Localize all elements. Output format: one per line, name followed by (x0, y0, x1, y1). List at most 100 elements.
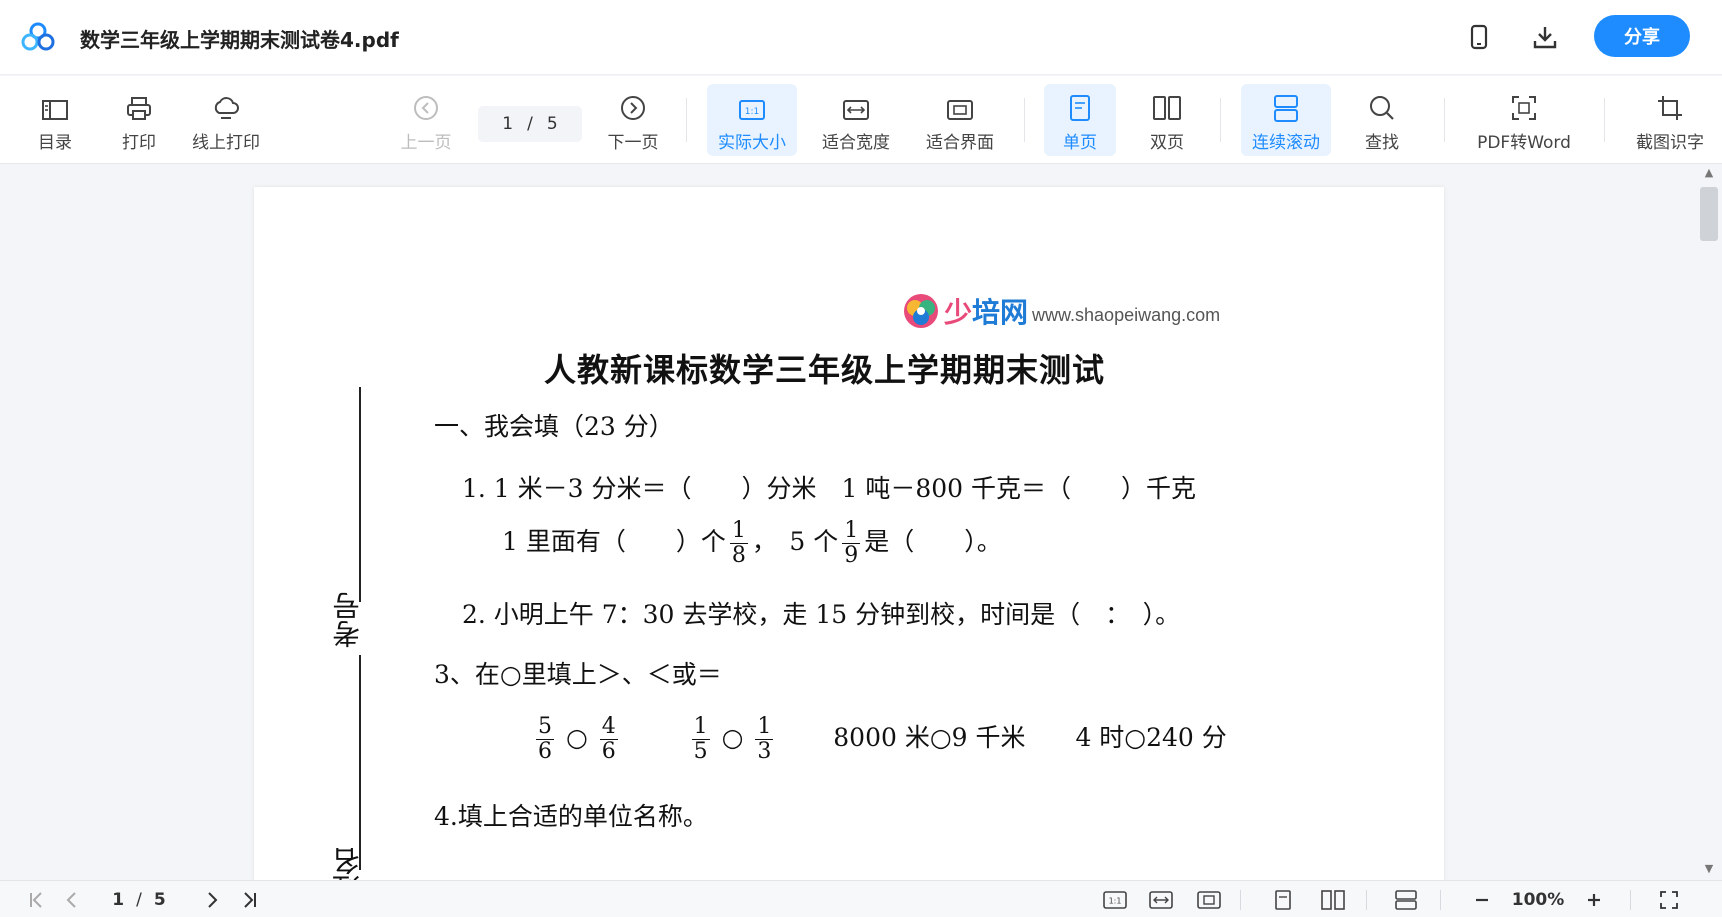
ocr-button[interactable]: 截图识字 (1628, 84, 1712, 156)
margin-line-bottom (359, 655, 361, 870)
online-print-button[interactable]: 线上打印 (184, 84, 268, 156)
toc-label: 目录 (38, 133, 72, 153)
fraction: 56 (536, 714, 554, 764)
fit-screen-button[interactable]: 适合界面 (920, 84, 1000, 156)
brand-name: 少培网 (944, 296, 1029, 329)
phone-icon[interactable] (1464, 22, 1494, 52)
next-page-label: 下一页 (607, 133, 659, 153)
pdf-to-word-label: PDF转Word (1477, 133, 1571, 153)
brand-url: www.shaopeiwang.com (1032, 304, 1221, 325)
bottom-current-page: 1 (112, 890, 125, 910)
bottom-page-separator: / (136, 890, 142, 910)
share-button[interactable]: 分享 (1594, 15, 1690, 57)
fraction: 46 (599, 714, 618, 764)
toc-button[interactable]: 目录 (30, 84, 80, 156)
app-logo-icon (21, 22, 55, 51)
brand-logo-icon (904, 294, 938, 328)
pdf-viewer-app: 数学三年级上学期期末测试卷4.pdf 分享 目录 打印 线上打印 上一页 1 / (0, 0, 1722, 917)
fit-width-icon[interactable] (1146, 887, 1176, 913)
print-button[interactable]: 打印 (114, 84, 164, 156)
continuous-scroll-icon (1274, 95, 1298, 122)
fraction: 15 (691, 714, 710, 764)
bottom-divider (1366, 890, 1367, 910)
download-icon[interactable] (1530, 22, 1560, 52)
chevron-right-circle-icon (621, 96, 645, 120)
question-2: 2. 小明上午 7：30 去学校，走 15 分钟到校，时间是（ ： ）。 (462, 600, 1181, 629)
cloud-print-icon (214, 97, 239, 119)
main-toolbar: 目录 打印 线上打印 上一页 1 / 5 下一页 1:1 实际大小 适合宽度 适… (0, 76, 1722, 164)
first-page-icon[interactable] (24, 887, 50, 913)
continuous-scroll-icon[interactable] (1392, 887, 1420, 913)
crop-icon (1658, 96, 1682, 120)
fraction: 13 (755, 714, 774, 764)
ocr-label: 截图识字 (1636, 133, 1704, 153)
scroll-down-icon[interactable]: ▼ (1702, 861, 1716, 875)
fit-screen-icon (947, 100, 973, 120)
current-page: 1 (502, 114, 514, 134)
toc-icon (42, 100, 68, 120)
document-viewer[interactable]: 考号 姓名 少培网 www.shaopeiwang.com 人教新课标数学三年级… (0, 165, 1722, 880)
bottom-page-indicator[interactable]: 1 / 5 (104, 887, 174, 913)
online-print-label: 线上打印 (192, 133, 260, 153)
last-page-icon[interactable] (236, 887, 262, 913)
printer-icon (127, 97, 151, 120)
toolbar-divider (1220, 98, 1221, 142)
title-bar: 数学三年级上学期期末测试卷4.pdf 分享 (0, 0, 1722, 75)
pdf-page: 考号 姓名 少培网 www.shaopeiwang.com 人教新课标数学三年级… (254, 187, 1444, 880)
next-page-icon[interactable] (200, 887, 224, 913)
total-pages: 5 (546, 114, 558, 134)
bottom-divider (1440, 890, 1441, 910)
actual-size-button[interactable]: 1:1 实际大小 (707, 84, 797, 156)
scroll-thumb[interactable] (1700, 187, 1718, 241)
margin-line-top (359, 387, 361, 602)
prev-page-icon[interactable] (60, 887, 84, 913)
single-page-label: 单页 (1063, 133, 1097, 153)
question-3-items: 56 ○ 46 15 ○ 13 8000 米○9 千米 4 时○240 分 (536, 714, 1227, 764)
svg-text:1:1: 1:1 (745, 107, 759, 117)
toolbar-divider (686, 98, 687, 142)
next-page-button[interactable]: 下一页 (602, 84, 664, 156)
question-4: 4.填上合适的单位名称。 (434, 802, 708, 831)
document-title: 数学三年级上学期期末测试卷4.pdf (80, 28, 399, 52)
double-page-label: 双页 (1150, 133, 1184, 153)
toolbar-divider (1604, 98, 1605, 142)
pdf-to-word-button[interactable]: PDF转Word (1474, 84, 1574, 156)
bottom-divider (1240, 890, 1241, 910)
search-button[interactable]: 查找 (1352, 84, 1412, 156)
single-page-icon (1070, 95, 1090, 121)
brand-watermark: 少培网 www.shaopeiwang.com (902, 291, 1220, 331)
double-page-icon (1153, 96, 1181, 120)
zoom-level[interactable]: 100% (1506, 887, 1570, 913)
toolbar-divider (1024, 98, 1025, 142)
double-page-button[interactable]: 双页 (1132, 84, 1202, 156)
bottom-total-pages: 5 (153, 890, 166, 910)
convert-icon (1512, 96, 1536, 120)
single-page-icon[interactable] (1270, 887, 1296, 913)
search-label: 查找 (1365, 133, 1399, 153)
toolbar-divider (1444, 98, 1445, 142)
fullscreen-icon[interactable] (1656, 887, 1682, 913)
print-label: 打印 (122, 133, 156, 153)
page-number-input[interactable]: 1 / 5 (478, 106, 582, 142)
fit-width-button[interactable]: 适合宽度 (816, 84, 896, 156)
actual-size-label: 实际大小 (718, 133, 786, 153)
continuous-scroll-button[interactable]: 连续滚动 (1241, 84, 1331, 156)
bottom-status-bar: 1 / 5 1:1 100% (0, 880, 1722, 917)
vertical-scrollbar[interactable]: ▲ ▼ (1696, 165, 1722, 880)
scroll-up-icon[interactable]: ▲ (1702, 165, 1716, 179)
fraction: 19 (842, 518, 861, 568)
zoom-in-icon[interactable] (1582, 887, 1606, 913)
prev-page-button[interactable]: 上一页 (396, 84, 456, 156)
actual-size-icon[interactable]: 1:1 (1100, 887, 1130, 913)
single-page-button[interactable]: 单页 (1044, 84, 1116, 156)
section-1-heading: 一、我会填（23 分） (434, 412, 674, 441)
double-page-icon[interactable] (1318, 887, 1348, 913)
search-icon (1370, 96, 1394, 120)
svg-text:1:1: 1:1 (1109, 897, 1122, 906)
fit-screen-icon[interactable] (1194, 887, 1224, 913)
zoom-out-icon[interactable] (1470, 887, 1494, 913)
page-separator: / (527, 114, 533, 134)
fraction: 18 (729, 518, 748, 568)
prev-page-label: 上一页 (400, 133, 452, 153)
question-3: 3、在○里填上＞、＜或＝ (434, 660, 722, 689)
